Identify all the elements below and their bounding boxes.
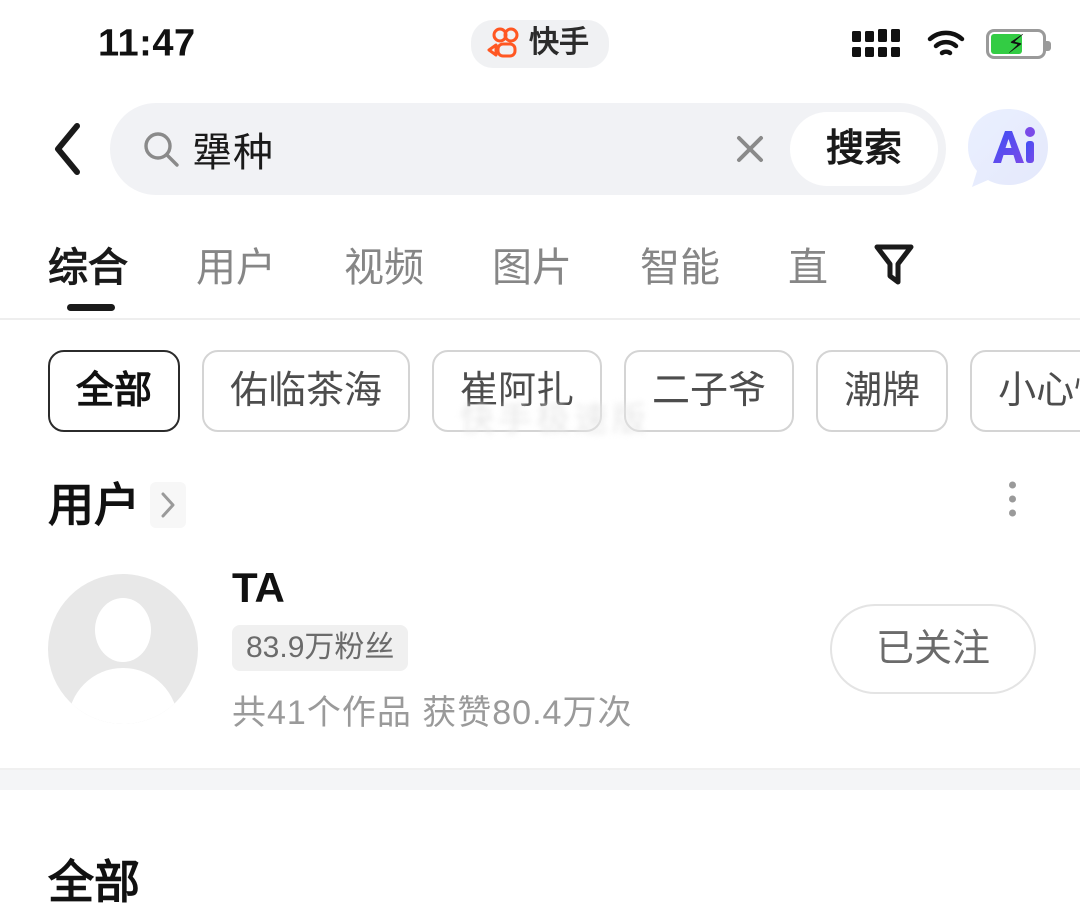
tab-videos[interactable]: 视频 xyxy=(310,235,458,293)
user-result-row[interactable]: TA 83.9万粉丝 共41个作品 获赞80.4万次 已关注 xyxy=(0,537,1080,768)
ai-assistant-icon xyxy=(968,109,1048,187)
clear-search-button[interactable] xyxy=(722,121,778,177)
more-options-button[interactable] xyxy=(1001,474,1024,525)
follow-button[interactable]: 已关注 xyxy=(829,604,1036,695)
chip-item-5[interactable]: 小心怡 xyxy=(970,350,1080,432)
tab-live[interactable]: 直 xyxy=(754,235,862,293)
cellular-signal-icon xyxy=(852,29,900,57)
more-vertical-icon-dot xyxy=(1009,495,1016,503)
app-name-label: 快手 xyxy=(529,26,589,59)
chip-item-4[interactable]: 潮牌 xyxy=(816,350,949,432)
avatar[interactable] xyxy=(48,574,198,725)
more-vertical-icon-dot xyxy=(1009,509,1016,517)
tab-comprehensive[interactable]: 综合 xyxy=(48,235,162,293)
chip-item-1[interactable]: 佑临茶海 xyxy=(202,350,411,432)
user-section-header: 用户 xyxy=(0,462,1080,537)
chevron-left-icon xyxy=(55,123,80,175)
user-section-more-link[interactable] xyxy=(150,482,186,529)
search-submit-button[interactable]: 搜索 xyxy=(789,112,938,186)
fans-count-badge: 83.9万粉丝 xyxy=(232,624,409,671)
tab-users[interactable]: 用户 xyxy=(162,235,310,293)
chip-item-2[interactable]: 崔阿扎 xyxy=(432,350,603,432)
search-query-text: 犟种 xyxy=(192,131,274,175)
user-name: TA xyxy=(232,563,285,611)
search-input[interactable]: 犟种 搜索 xyxy=(110,103,946,195)
battery-charging-icon: ⚡ xyxy=(986,29,1051,59)
user-section-title: 用户 xyxy=(48,479,140,531)
back-button[interactable] xyxy=(40,117,96,181)
close-icon xyxy=(736,136,763,162)
filter-funnel-icon[interactable] xyxy=(872,240,916,288)
tab-images[interactable]: 图片 xyxy=(458,235,606,293)
search-icon xyxy=(144,132,179,167)
tab-smart[interactable]: 智能 xyxy=(606,235,754,293)
app-name-pill: 快手 xyxy=(471,20,609,68)
user-info: TA 83.9万粉丝 共41个作品 获赞80.4万次 xyxy=(232,563,796,734)
default-avatar-icon-body xyxy=(68,668,178,725)
user-stats: 共41个作品 获赞80.4万次 xyxy=(232,693,633,732)
status-indicators: ⚡ xyxy=(852,29,1051,59)
search-result-tabs: 综合 用户 视频 图片 智能 直 xyxy=(0,210,1080,320)
app-screen: 11:47 快手 ⚡ 犟种 搜索 综合 用户 视频 图片 智能 直 全部 佑临茶… xyxy=(0,0,1080,903)
filter-chip-row: 全部 佑临茶海 崔阿扎 二子爷 潮牌 小心怡 快手极速版 xyxy=(0,320,1080,462)
chip-all[interactable]: 全部 xyxy=(48,350,181,432)
all-results-title: 全部 xyxy=(48,855,140,903)
kuaishou-logo-icon xyxy=(487,27,519,58)
search-header: 犟种 搜索 xyxy=(0,88,1080,210)
wifi-icon xyxy=(927,30,965,56)
more-vertical-icon-dot xyxy=(1009,481,1016,489)
default-avatar-icon xyxy=(95,598,151,663)
all-results-section: 全部 xyxy=(0,790,1080,903)
section-divider xyxy=(0,767,1080,790)
status-time: 11:47 xyxy=(98,22,196,65)
chevron-right-icon xyxy=(161,492,175,518)
ai-assistant-button[interactable] xyxy=(960,101,1056,197)
status-bar: 11:47 快手 ⚡ xyxy=(0,0,1080,88)
chip-item-3[interactable]: 二子爷 xyxy=(624,350,795,432)
